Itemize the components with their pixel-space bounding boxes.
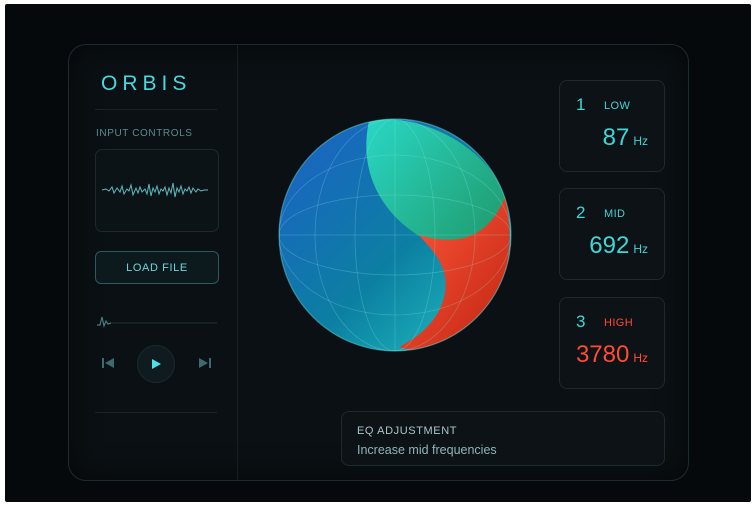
band-value: 692 Hz bbox=[589, 232, 648, 259]
band-name: LOW bbox=[604, 100, 631, 112]
sidebar-bottom-divider bbox=[95, 412, 217, 413]
band-value: 87 Hz bbox=[602, 124, 648, 151]
eq-adjustment-panel: EQ ADJUSTMENT Increase mid frequencies bbox=[341, 411, 665, 466]
play-icon bbox=[152, 359, 161, 369]
eq-title: EQ ADJUSTMENT bbox=[357, 425, 458, 437]
load-file-button[interactable]: LOAD FILE bbox=[95, 251, 219, 284]
logo-divider bbox=[95, 109, 217, 110]
skip-forward-icon[interactable] bbox=[197, 355, 213, 371]
band-index: 1 bbox=[576, 95, 586, 114]
band-index: 2 bbox=[576, 203, 586, 222]
eq-suggestion: Increase mid frequencies bbox=[357, 443, 497, 457]
band-card-low[interactable]: 1 LOW 87 Hz bbox=[559, 80, 665, 172]
band-index: 3 bbox=[576, 312, 586, 331]
band-name: HIGH bbox=[604, 317, 634, 329]
app-screen: ORBIS INPUT CONTROLS LOAD FILE 1 LOW 87 … bbox=[5, 4, 751, 502]
band-card-mid[interactable]: 2 MID 692 Hz bbox=[559, 188, 665, 280]
waveform-icon bbox=[101, 182, 208, 198]
band-value: 3780 Hz bbox=[575, 341, 648, 368]
skip-back-icon[interactable] bbox=[100, 355, 116, 371]
band-name: MID bbox=[604, 208, 626, 220]
input-controls-label: INPUT CONTROLS bbox=[96, 128, 193, 139]
play-button[interactable] bbox=[137, 345, 175, 383]
orb-visualizer bbox=[269, 109, 521, 359]
sidebar-divider bbox=[237, 45, 238, 480]
band-card-high[interactable]: 3 HIGH 3780 Hz bbox=[559, 297, 665, 389]
app-logo: ORBIS bbox=[101, 72, 192, 95]
waveform-preview bbox=[95, 149, 219, 232]
playback-scrubber[interactable] bbox=[95, 313, 217, 329]
main-panel: ORBIS INPUT CONTROLS LOAD FILE 1 LOW 87 … bbox=[68, 44, 689, 481]
